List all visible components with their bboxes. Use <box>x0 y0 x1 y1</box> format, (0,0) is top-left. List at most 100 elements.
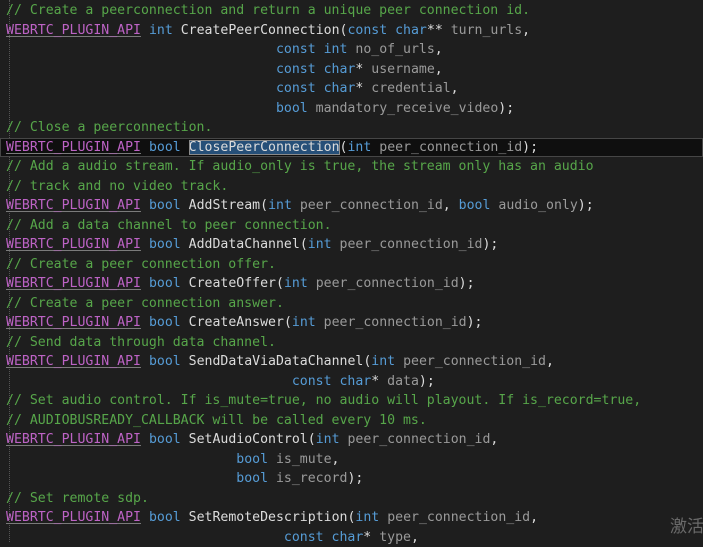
parameter-name: peer_connection_id <box>379 140 522 155</box>
code-line[interactable]: WEBRTC_PLUGIN_API bool ClosePeerConnecti… <box>0 138 703 158</box>
code-line[interactable]: const char* data); <box>0 372 703 392</box>
keyword-token: bool <box>149 315 181 330</box>
keyword-token: const char <box>276 62 355 77</box>
code-text <box>292 198 300 213</box>
macro-token: WEBRTC_PLUGIN_API <box>6 276 141 291</box>
function-name: CreatePeerConnection <box>181 23 340 38</box>
code-text: , <box>522 23 530 38</box>
code-text <box>141 140 149 155</box>
keyword-token: bool <box>149 237 181 252</box>
code-line[interactable]: WEBRTC_PLUGIN_API bool SendDataViaDataCh… <box>0 352 703 372</box>
code-line[interactable]: const int no_of_urls, <box>0 40 703 60</box>
keyword-token: bool <box>149 354 181 369</box>
code-text <box>268 471 276 486</box>
parameter-name: is_record <box>276 471 347 486</box>
code-line[interactable]: // Add a audio stream. If audio_only is … <box>0 157 703 177</box>
function-name: AddDataChannel <box>189 237 300 252</box>
code-line[interactable]: bool is_mute, <box>0 450 703 470</box>
code-text <box>332 237 340 252</box>
code-text <box>141 315 149 330</box>
keyword-token: int <box>347 140 371 155</box>
code-text <box>6 530 284 545</box>
parameter-name: peer_connection_id <box>324 315 467 330</box>
code-line[interactable]: // Create a peer connection offer. <box>0 255 703 275</box>
code-text: * <box>355 81 371 96</box>
keyword-token: bool <box>236 452 268 467</box>
code-text <box>181 315 189 330</box>
code-text: ); <box>419 374 435 389</box>
code-text: , <box>443 198 459 213</box>
code-line[interactable]: // track and no video track. <box>0 177 703 197</box>
code-text <box>308 101 316 116</box>
code-text: , <box>332 452 340 467</box>
function-name: CreateAnswer <box>189 315 284 330</box>
code-line[interactable]: const char* type, <box>0 528 703 547</box>
code-text <box>379 510 387 525</box>
code-comment: // Create a peer connection answer. <box>6 296 284 311</box>
code-text <box>6 42 276 57</box>
function-name: SetAudioControl <box>189 432 308 447</box>
code-line[interactable]: // AUDIOBUSREADY_CALLBACK will be called… <box>0 411 703 431</box>
code-text: * <box>363 530 379 545</box>
code-line[interactable]: WEBRTC_PLUGIN_API bool SetRemoteDescript… <box>0 508 703 528</box>
code-line[interactable]: WEBRTC_PLUGIN_API int CreatePeerConnecti… <box>0 21 703 41</box>
parameter-name: credential <box>371 81 450 96</box>
code-text <box>181 432 189 447</box>
keyword-token: int <box>308 237 332 252</box>
code-text <box>181 198 189 213</box>
code-text <box>6 101 276 116</box>
code-text <box>6 471 236 486</box>
keyword-token: const char <box>284 530 363 545</box>
code-line[interactable]: // Send data through data channel. <box>0 333 703 353</box>
code-line[interactable]: WEBRTC_PLUGIN_API bool CreateAnswer(int … <box>0 313 703 333</box>
macro-token: WEBRTC_PLUGIN_API <box>6 432 141 447</box>
code-comment: // Create a peer connection offer. <box>6 257 276 272</box>
code-text <box>181 510 189 525</box>
code-text: ( <box>276 276 284 291</box>
code-comment: // track and no video track. <box>6 179 228 194</box>
code-line[interactable]: WEBRTC_PLUGIN_API bool AddDataChannel(in… <box>0 235 703 255</box>
parameter-name: peer_connection_id <box>316 276 459 291</box>
keyword-token: bool <box>149 140 181 155</box>
code-line[interactable]: // Close a peerconnection. <box>0 118 703 138</box>
code-view[interactable]: // Create a peerconnection and return a … <box>0 1 703 547</box>
code-text <box>6 62 276 77</box>
keyword-token: int <box>355 510 379 525</box>
parameter-name: type <box>379 530 411 545</box>
keyword-token: bool <box>149 432 181 447</box>
code-text: , <box>490 432 498 447</box>
code-text: ** <box>427 23 451 38</box>
code-line[interactable]: WEBRTC_PLUGIN_API bool CreateOffer(int p… <box>0 274 703 294</box>
code-line[interactable]: // Add a data channel to peer connection… <box>0 216 703 236</box>
keyword-token: int <box>292 315 316 330</box>
code-editor[interactable]: // Create a peerconnection and return a … <box>0 0 703 542</box>
keyword-token: int <box>284 276 308 291</box>
code-text: , <box>411 530 419 545</box>
code-text <box>316 315 324 330</box>
code-line[interactable]: bool is_record); <box>0 469 703 489</box>
code-text <box>308 276 316 291</box>
code-line[interactable]: // Set remote sdp. <box>0 489 703 509</box>
code-text: , <box>451 81 459 96</box>
code-comment: // Close a peerconnection. <box>6 120 212 135</box>
code-line[interactable]: // Set audio control. If is_mute=true, n… <box>0 391 703 411</box>
code-line[interactable]: // Create a peer connection answer. <box>0 294 703 314</box>
code-text <box>395 354 403 369</box>
code-text <box>141 23 149 38</box>
keyword-token: bool <box>149 276 181 291</box>
code-line[interactable]: const char* username, <box>0 60 703 80</box>
code-line[interactable]: WEBRTC_PLUGIN_API bool SetAudioControl(i… <box>0 430 703 450</box>
keyword-token: bool <box>149 198 181 213</box>
code-line[interactable]: WEBRTC_PLUGIN_API bool AddStream(int pee… <box>0 196 703 216</box>
code-text <box>141 354 149 369</box>
code-line[interactable]: const char* credential, <box>0 79 703 99</box>
code-text <box>181 354 189 369</box>
code-text: * <box>371 374 387 389</box>
code-line[interactable]: // Create a peerconnection and return a … <box>0 1 703 21</box>
code-text <box>181 237 189 252</box>
parameter-name: username <box>371 62 435 77</box>
parameter-name: turn_urls <box>451 23 522 38</box>
code-text: ); <box>467 315 483 330</box>
function-name: SetRemoteDescription <box>189 510 348 525</box>
code-line[interactable]: bool mandatory_receive_video); <box>0 99 703 119</box>
